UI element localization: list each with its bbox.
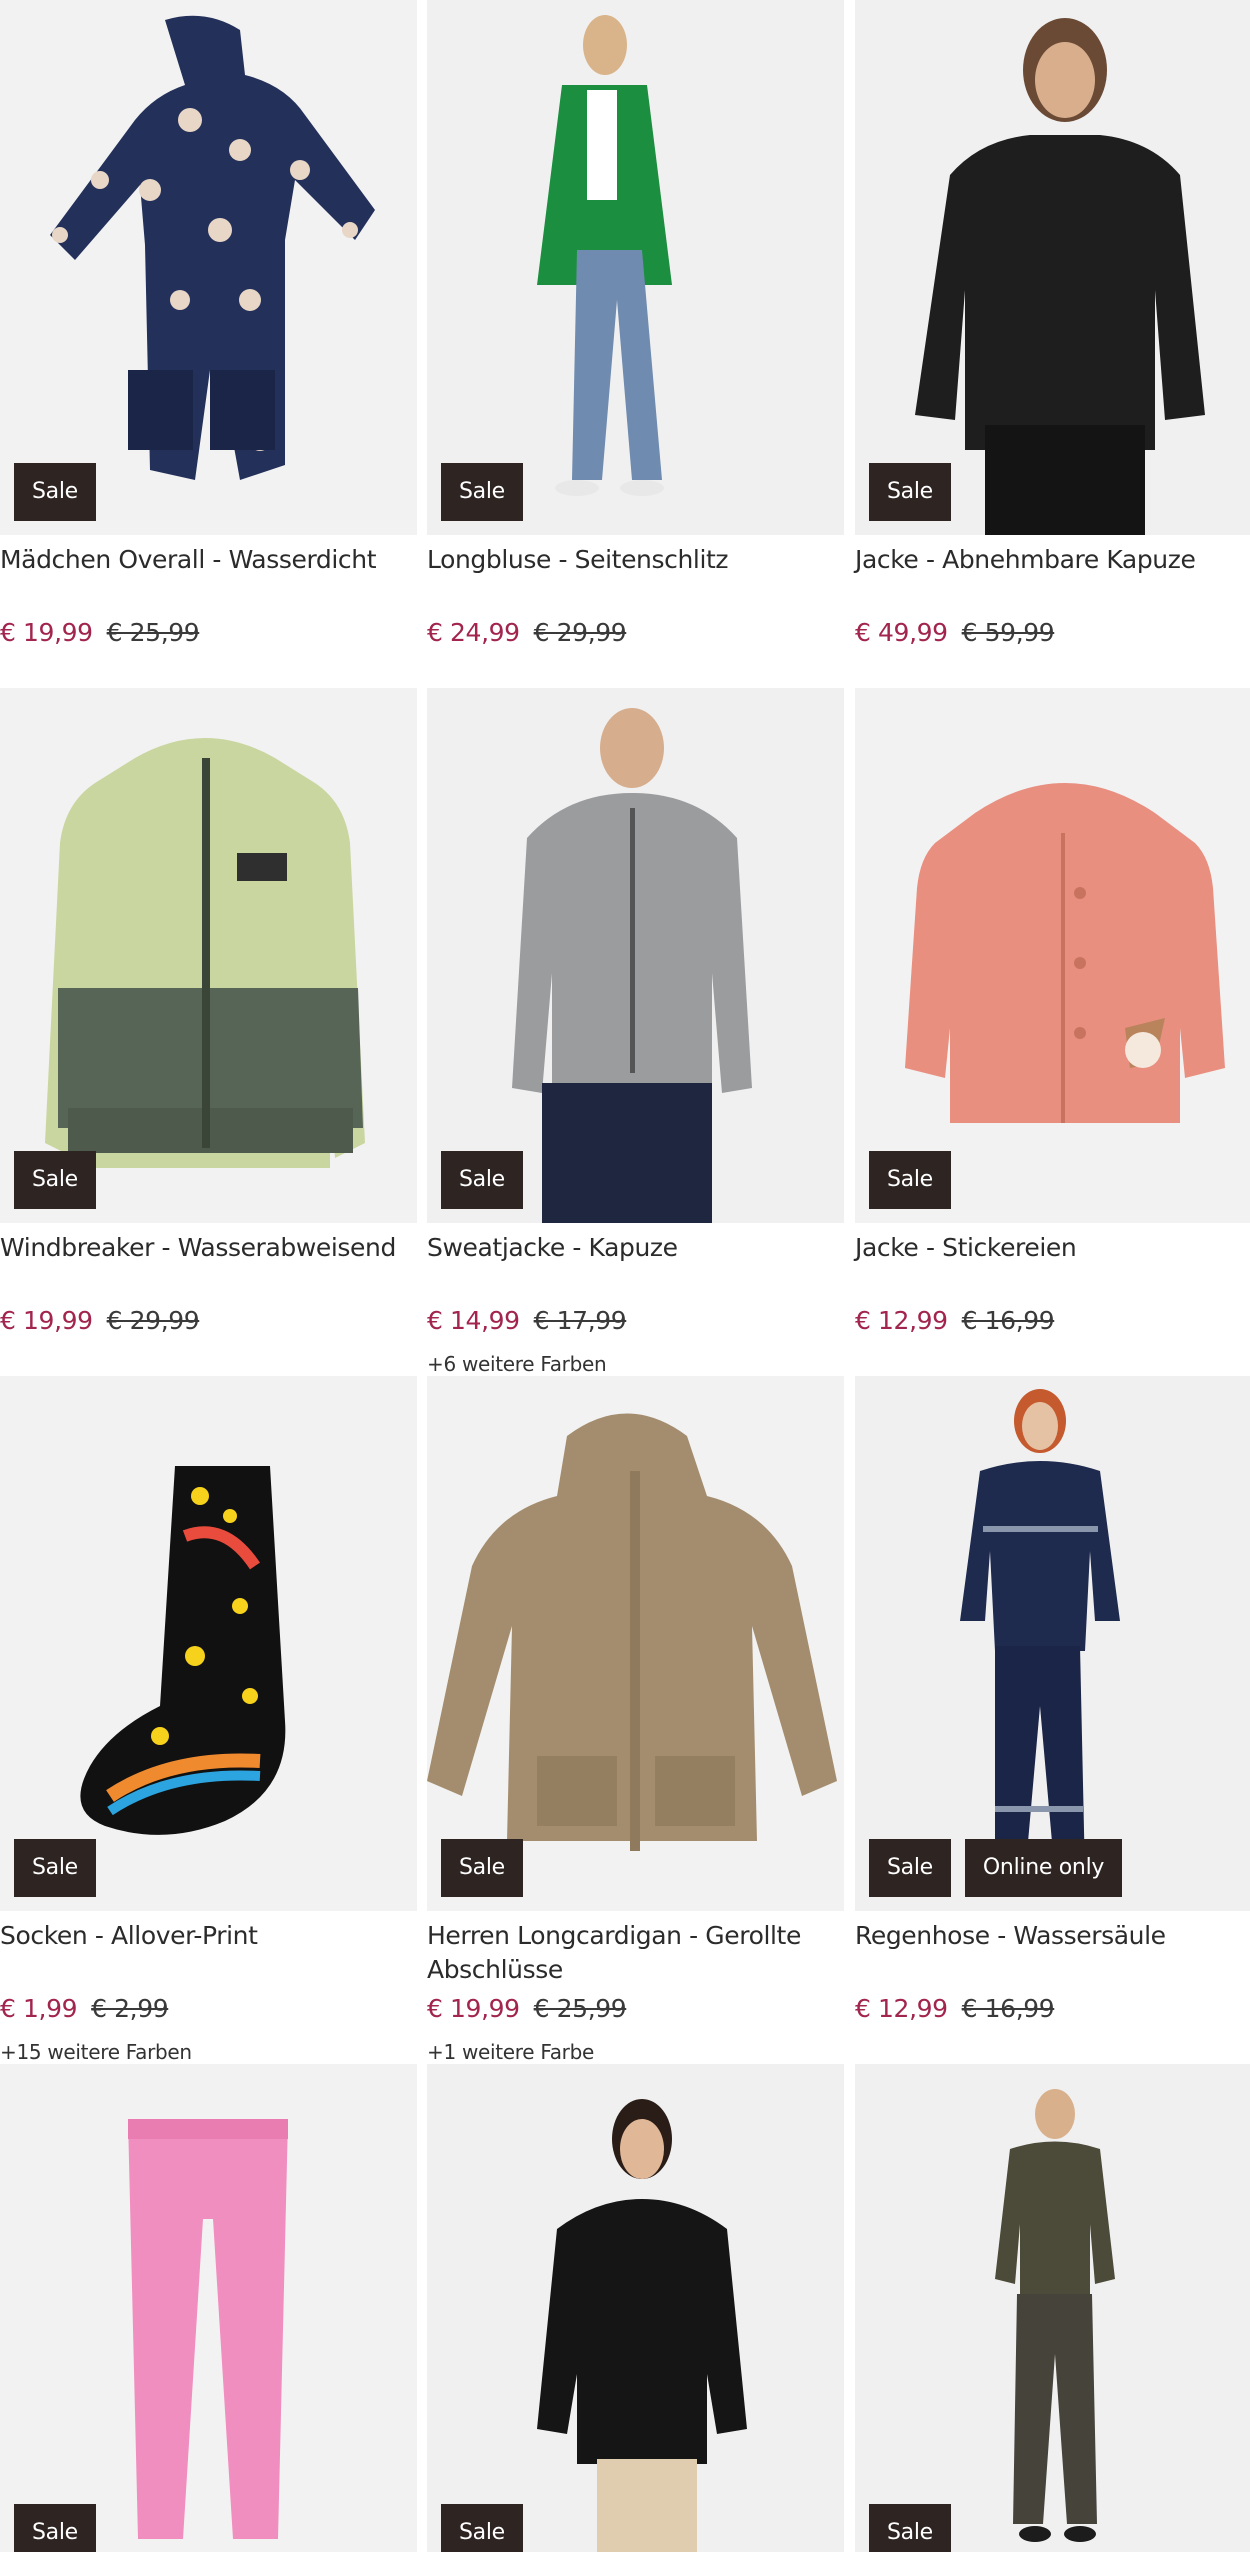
sale-badge: Sale (869, 463, 951, 521)
badge-group: Sale (441, 463, 523, 521)
sale-price: € 14,99 (427, 1305, 520, 1335)
price-row: € 19,99 € 25,99 (0, 612, 200, 652)
model-grey-hoodie-photo[interactable]: Sale (427, 688, 844, 1223)
product-title[interactable]: Sweatjacke - Kapuze (427, 1231, 842, 1265)
sale-badge: Sale (441, 463, 523, 521)
price-row: € 19,99 € 25,99 (427, 1988, 627, 2028)
sale-badge: Sale (14, 2504, 96, 2552)
badge-group: Sale (869, 1151, 951, 1209)
product-title[interactable]: Jacke - Abnehmbare Kapuze (855, 543, 1250, 577)
sale-price: € 12,99 (855, 1993, 948, 2023)
badge-group: Sale (14, 463, 96, 521)
price-row: € 1,99 € 2,99 (0, 1988, 169, 2028)
price-row: € 24,99 € 29,99 (427, 612, 627, 652)
sale-price: € 1,99 (0, 1993, 78, 2023)
original-price: € 59,99 (961, 617, 1055, 647)
sale-badge: Sale (441, 1839, 523, 1897)
price-row: € 14,99 € 17,99 (427, 1300, 627, 1340)
sale-badge: Sale (441, 1151, 523, 1209)
product-title[interactable]: Longbluse - Seitenschlitz (427, 543, 842, 577)
product-title[interactable]: Windbreaker - Wasserabweisend (0, 1231, 415, 1265)
original-price: € 2,99 (91, 1993, 169, 2023)
sale-badge: Sale (14, 1151, 96, 1209)
sale-price: € 19,99 (427, 1993, 520, 2023)
more-colors-link[interactable]: +15 weitere Farben (0, 2040, 192, 2064)
star-socks-photo[interactable]: Sale (0, 1376, 417, 1911)
badge-group: Sale (441, 2504, 523, 2552)
kids-overall-photo[interactable]: Sale (0, 0, 417, 535)
more-colors-link[interactable]: +1 weitere Farbe (427, 2040, 594, 2064)
windbreaker-photo[interactable]: Sale (0, 688, 417, 1223)
sale-price: € 12,99 (855, 1305, 948, 1335)
pink-leggings-photo[interactable]: Sale (0, 2064, 417, 2552)
product-title[interactable]: Jacke - Stickereien (855, 1231, 1250, 1265)
product-title[interactable]: Mädchen Overall - Wasserdicht (0, 543, 415, 577)
product-title[interactable]: Socken - Allover-Print (0, 1919, 415, 1953)
sale-badge: Sale (14, 463, 96, 521)
model-rainwear-photo[interactable]: Sale Online only (855, 1376, 1250, 1911)
baby-pink-knit-jacket-photo[interactable]: Sale (855, 688, 1250, 1223)
badge-group: Sale (441, 1151, 523, 1209)
original-price: € 25,99 (106, 617, 200, 647)
sale-badge: Sale (869, 2504, 951, 2552)
sale-badge: Sale (869, 1839, 951, 1897)
beige-cardigan-photo[interactable]: Sale (427, 1376, 844, 1911)
original-price: € 16,99 (961, 1993, 1055, 2023)
price-row: € 19,99 € 29,99 (0, 1300, 200, 1340)
sale-price: € 24,99 (427, 617, 520, 647)
original-price: € 17,99 (533, 1305, 627, 1335)
model-olive-tracksuit-photo[interactable]: Sale (855, 2064, 1250, 2552)
product-title[interactable]: Herren Longcardigan - Gerollte Abschlüss… (427, 1919, 842, 1987)
badge-group: Sale (441, 1839, 523, 1897)
sale-price: € 19,99 (0, 617, 93, 647)
badge-group: Sale (869, 2504, 951, 2552)
badge-group: Sale (14, 2504, 96, 2552)
product-grid: Sale Mädchen Overall - Wasserdicht € 19,… (0, 0, 1250, 2552)
more-colors-link[interactable]: +6 weitere Farben (427, 1352, 607, 1376)
online-only-badge: Online only (964, 1839, 1123, 1897)
sale-badge: Sale (869, 1151, 951, 1209)
original-price: € 16,99 (961, 1305, 1055, 1335)
original-price: € 29,99 (106, 1305, 200, 1335)
sale-price: € 49,99 (855, 617, 948, 647)
price-row: € 12,99 € 16,99 (855, 1988, 1055, 2028)
original-price: € 29,99 (533, 617, 627, 647)
badge-group: Sale (869, 463, 951, 521)
badge-group: Sale (14, 1151, 96, 1209)
model-black-short-jacket-photo[interactable]: Sale (427, 2064, 844, 2552)
price-row: € 12,99 € 16,99 (855, 1300, 1055, 1340)
model-green-blouse-photo[interactable]: Sale (427, 0, 844, 535)
product-title[interactable]: Regenhose - Wassersäule (855, 1919, 1250, 1953)
price-row: € 49,99 € 59,99 (855, 612, 1055, 652)
sale-badge: Sale (14, 1839, 96, 1897)
original-price: € 25,99 (533, 1993, 627, 2023)
sale-price: € 19,99 (0, 1305, 93, 1335)
badge-group: Sale (14, 1839, 96, 1897)
badge-group: Sale Online only (869, 1839, 1123, 1897)
model-black-jacket-photo[interactable]: Sale (855, 0, 1250, 535)
sale-badge: Sale (441, 2504, 523, 2552)
